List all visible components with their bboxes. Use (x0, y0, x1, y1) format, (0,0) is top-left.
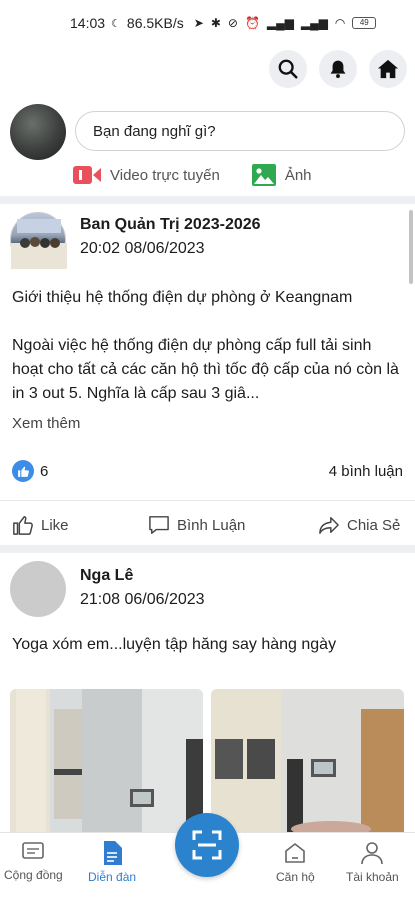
photo-label: Ảnh (284, 166, 312, 184)
like-count[interactable]: 6 (12, 460, 48, 482)
scan-icon (192, 830, 222, 860)
search-button[interactable] (269, 50, 307, 88)
wifi-icon: ◠ (334, 16, 346, 30)
post-time: 21:08 06/06/2023 (80, 591, 205, 608)
share-label: Chia Sẻ (347, 516, 401, 534)
post-card: Ban Quản Trị 2023-2026 20:02 08/06/2023 … (0, 204, 415, 544)
bottom-navigation: Cộng đồng Diễn đàn Căn hộ Tài khoản (0, 813, 415, 900)
mute-icon: ⊘ (227, 16, 238, 30)
video-camera-icon (73, 166, 101, 184)
nav-community-label: Cộng đồng (4, 868, 63, 882)
live-video-label: Video trực tuyến (110, 166, 220, 184)
group-photo-icon (11, 219, 67, 269)
location-icon: ➤ (193, 16, 204, 30)
like-count-value: 6 (40, 462, 49, 480)
house-icon (285, 843, 306, 863)
post-card: Nga Lê 21:08 06/06/2023 Yoga xóm em...lu… (0, 553, 415, 843)
chat-bubble-icon (22, 842, 45, 859)
live-video-button[interactable]: Video trực tuyến (73, 164, 220, 186)
bluetooth-icon: ✱ (210, 16, 221, 30)
photo-icon (251, 164, 276, 186)
status-time: 14:03 (70, 15, 106, 31)
nav-apartment-label: Căn hộ (276, 870, 315, 884)
network-speed: 86.5KB/s (126, 15, 184, 31)
home-button[interactable] (369, 50, 407, 88)
like-button[interactable]: Like (12, 514, 69, 536)
document-icon (104, 841, 123, 865)
post-author-name[interactable]: Nga Lê (80, 567, 133, 585)
post-stats-row: 6 4 bình luận (0, 456, 415, 486)
nav-community[interactable]: Cộng đồng (4, 841, 63, 882)
scan-qr-button[interactable] (175, 813, 239, 877)
share-button[interactable]: Chia Sẻ (318, 515, 400, 535)
post-body-text: Yoga xóm em...luyện tập hăng say hàng ng… (12, 636, 337, 653)
post-author-avatar[interactable] (10, 212, 67, 269)
top-action-bar (269, 50, 407, 88)
post-composer: Bạn đang nghĩ gì? Video trực tuyến Ảnh (0, 100, 415, 196)
whats-on-your-mind-input[interactable]: Bạn đang nghĩ gì? (75, 111, 405, 151)
like-label: Like (41, 516, 69, 534)
moon-icon: ☾ (111, 17, 121, 30)
alarm-icon: ⏰ (244, 16, 260, 30)
photo-button[interactable]: Ảnh (251, 164, 312, 186)
user-avatar[interactable] (10, 104, 66, 160)
comment-label: Bình Luận (177, 516, 246, 534)
home-icon (377, 59, 399, 79)
nav-forum[interactable]: Diễn đàn (88, 841, 136, 884)
post-time: 20:02 08/06/2023 (80, 240, 205, 257)
nav-account-label: Tài khoản (346, 870, 399, 884)
nav-account[interactable]: Tài khoản (346, 841, 399, 884)
notifications-button[interactable] (319, 50, 357, 88)
composer-placeholder: Bạn đang nghĩ gì? (93, 122, 216, 140)
search-icon (278, 59, 298, 79)
post-action-row: Like Bình Luận Chia Sẻ (0, 505, 415, 545)
user-icon (361, 842, 384, 865)
post-author-avatar[interactable] (10, 561, 66, 617)
share-icon (319, 517, 339, 534)
post-title-text: Giới thiệu hệ thống điện dự phòng ở Kean… (12, 289, 353, 306)
comment-button[interactable]: Bình Luận (148, 515, 245, 535)
comment-count[interactable]: 4 bình luận (329, 463, 403, 480)
post-body-text: Ngoài việc hệ thống điện dự phòng cấp fu… (12, 337, 399, 402)
status-bar: 14:03 ☾ 86.5KB/s ➤ ✱ ⊘ ⏰ ▂▄▆ ▂▄▆ ◠ 49 (0, 0, 415, 46)
yoga-room-photo (10, 689, 203, 839)
post-photo[interactable] (10, 689, 203, 839)
post-author-name[interactable]: Ban Quản Trị 2023-2026 (80, 216, 261, 234)
section-separator (0, 196, 415, 204)
status-icons: ➤ ✱ ⊘ ⏰ ▂▄▆ ▂▄▆ ◠ 49 (194, 16, 377, 30)
yoga-room-photo (211, 689, 404, 839)
scrollbar[interactable] (409, 210, 413, 284)
comment-icon (149, 516, 169, 534)
see-more-link[interactable]: Xem thêm (12, 415, 80, 432)
battery-icon: 49 (352, 17, 377, 29)
post-divider (0, 500, 415, 501)
signal-icon-2: ▂▄▆ (300, 16, 328, 30)
post-photo[interactable] (211, 689, 404, 839)
thumbs-up-badge-icon (12, 460, 34, 482)
composer-actions: Video trực tuyến Ảnh (73, 164, 312, 186)
section-separator (0, 545, 415, 553)
bell-icon (330, 60, 346, 78)
thumbs-up-icon (13, 516, 33, 535)
nav-apartment[interactable]: Căn hộ (276, 841, 315, 884)
signal-icon: ▂▄▆ (266, 16, 294, 30)
nav-forum-label: Diễn đàn (88, 870, 137, 884)
